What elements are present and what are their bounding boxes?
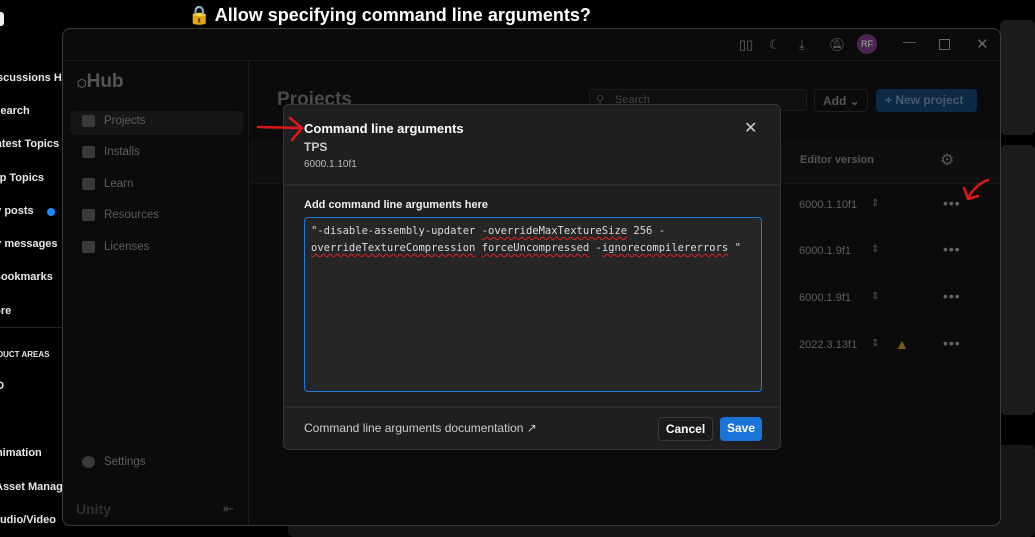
column-settings-gear-icon[interactable]: ⚙ (940, 150, 954, 170)
nav-installs[interactable]: Installs (70, 142, 243, 166)
add-label: Add (823, 94, 847, 108)
forum-sidebar: Discussions Home Search Latest Topics To… (0, 0, 84, 537)
maximize-button[interactable] (939, 39, 950, 50)
section-heading: PRODUCT AREAS (0, 350, 50, 359)
unread-dot (47, 208, 55, 216)
forum-nav-my-posts[interactable]: My posts (0, 205, 34, 217)
field-label: Add command line arguments here (304, 199, 488, 211)
text-part: " (728, 242, 741, 254)
forum-area-animation[interactable]: Animation (0, 447, 42, 459)
forum-logo-icon (0, 12, 4, 26)
forum-nav-bookmarks[interactable]: Bookmarks (0, 271, 53, 283)
arguments-textarea[interactable]: "-disable-assembly-updater -overrideMaxT… (304, 217, 762, 392)
installs-icon (82, 146, 95, 158)
divider (284, 406, 780, 408)
more-options-icon[interactable]: ••• (943, 335, 961, 351)
text-part: -overrideMaxTextureSize (481, 225, 628, 237)
annotation-arrow-icon (256, 116, 304, 142)
more-options-icon[interactable]: ••• (943, 241, 961, 257)
chevron-down-icon: ⌄ (849, 94, 860, 108)
nav-label: Installs (104, 146, 140, 158)
nav-learn[interactable]: Learn (70, 174, 243, 198)
unity-cube-icon: ⬡ (77, 78, 87, 90)
title-bar: ▯▯ ☾ ⤓ 🔕︎ RF — ✕ (63, 29, 1000, 61)
text-part: - (589, 242, 602, 254)
nav-label: Licenses (104, 241, 150, 253)
forum-nav-search[interactable]: Search (0, 105, 30, 117)
download-icon[interactable]: ⤓ (799, 37, 805, 53)
row-version[interactable]: 6000.1.9f1 (799, 245, 851, 257)
sort-chevrons-icon[interactable]: ⇕ (871, 338, 879, 349)
nav-licenses[interactable]: Licenses (70, 237, 243, 261)
new-project-button[interactable]: + New project (876, 89, 977, 112)
nav-label: Learn (104, 178, 134, 190)
forum-card (1000, 20, 1035, 135)
row-version[interactable]: 6000.1.9f1 (799, 292, 851, 304)
license-icon (82, 241, 95, 253)
divider (284, 184, 780, 186)
warning-icon[interactable]: ▲ (895, 336, 909, 352)
text-part: overrideTextureCompression (311, 242, 476, 254)
lock-icon: 🔒 (188, 5, 211, 25)
forum-nav-latest[interactable]: Latest Topics (0, 138, 59, 150)
dialog-title: Command line arguments (304, 121, 464, 136)
sort-chevrons-icon[interactable]: ⇕ (871, 291, 879, 302)
book-icon[interactable]: ▯▯ (739, 37, 753, 53)
forum-nav-messages[interactable]: My messages (0, 238, 58, 250)
nav-label: Projects (104, 115, 146, 127)
text-part: ignorecompilererrors (601, 242, 729, 254)
forum-nav-more[interactable]: More (0, 305, 11, 317)
row-version[interactable]: 2022.3.13f1 (799, 339, 857, 351)
nav-label: Resources (104, 209, 159, 221)
graduation-cap-icon (82, 178, 95, 190)
text-part: "-disable-assembly-updater (311, 225, 482, 237)
external-link-icon: ↗ (526, 421, 537, 435)
gear-icon (82, 456, 95, 468)
collapse-sidebar-icon[interactable]: ⇤ (223, 501, 234, 517)
documentation-link[interactable]: Command line arguments documentation ↗ (304, 421, 537, 435)
doc-link-text: Command line arguments documentation (304, 421, 524, 435)
save-button[interactable]: Save (720, 417, 762, 441)
close-dialog-icon[interactable]: ✕ (744, 118, 757, 138)
forum-area-audio-video[interactable]: Audio/Video (0, 514, 56, 526)
nav-settings[interactable]: Settings (70, 452, 243, 476)
more-options-icon[interactable]: ••• (943, 288, 961, 304)
minimize-button[interactable]: — (903, 34, 916, 49)
forum-area-2d[interactable]: 2D (0, 380, 4, 392)
forum-card (1000, 145, 1035, 415)
nav-label: Settings (104, 456, 146, 468)
text-part: forceUncompressed (481, 242, 590, 254)
page-title-text: Allow specifying command line arguments? (214, 5, 591, 25)
editor-version-header[interactable]: Editor version (800, 154, 874, 166)
forum-nav-top[interactable]: Top Topics (0, 172, 44, 184)
avatar[interactable]: RF (857, 34, 877, 54)
command-line-arguments-dialog: Command line arguments TPS 6000.1.10f1 ✕… (283, 104, 781, 450)
text-part: 256 - (627, 225, 666, 237)
project-version: 6000.1.10f1 (304, 159, 357, 170)
nav-resources[interactable]: Resources (70, 205, 243, 229)
hub-sidebar: ⬡Hub Projects Installs Learn Resources L… (63, 61, 249, 525)
unity-brand: Unity (76, 501, 111, 517)
annotation-arrow-icon (962, 178, 990, 201)
bell-off-icon[interactable]: 🔕︎ (829, 37, 846, 53)
sort-chevrons-icon[interactable]: ⇕ (871, 244, 879, 255)
moon-icon[interactable]: ☾ (769, 37, 781, 53)
folder-icon (82, 115, 95, 127)
nav-projects[interactable]: Projects (70, 111, 243, 135)
hub-logo: ⬡Hub (77, 71, 124, 93)
page-title: 🔒 Allow specifying command line argument… (188, 5, 591, 26)
sort-chevrons-icon[interactable]: ⇕ (871, 198, 879, 209)
hub-logo-text: Hub (86, 71, 124, 92)
close-window-button[interactable]: ✕ (976, 35, 989, 53)
add-button[interactable]: Add ⌄ (814, 89, 868, 112)
cancel-button[interactable]: Cancel (658, 417, 713, 441)
divider (0, 327, 62, 328)
row-version[interactable]: 6000.1.10f1 (799, 199, 857, 211)
bookmark-icon (82, 209, 95, 221)
